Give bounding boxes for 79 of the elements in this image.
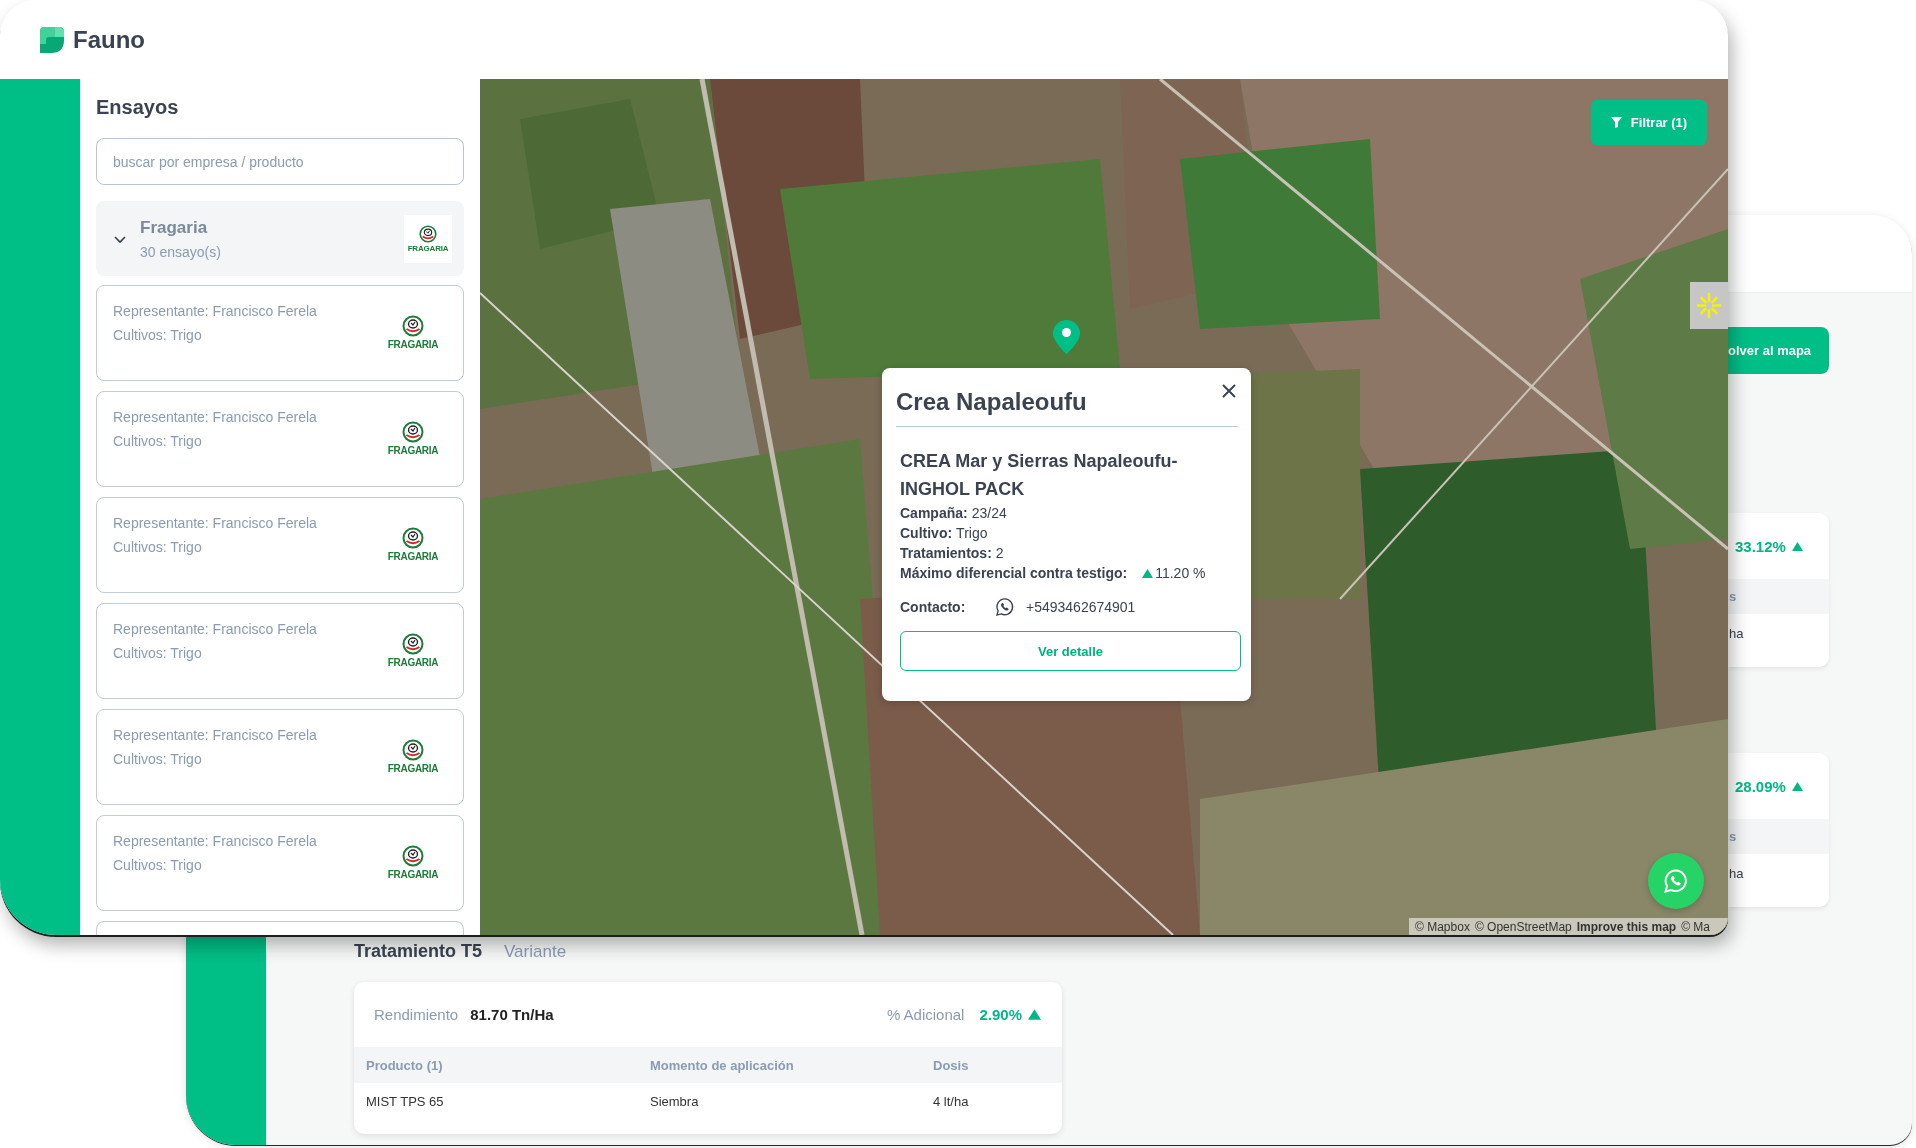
extra-label: % Adicional — [886, 1006, 965, 1023]
column-header: Producto (1) — [366, 1057, 444, 1073]
crops-text: Cultivos: Trigo — [113, 856, 203, 875]
field-label: Campaña: — [900, 504, 968, 523]
trial-card[interactable]: Representante: Francisco Ferela Cultivos: Trigo FRAGARIA — [96, 815, 464, 911]
extra-value: 2.90% — [979, 1006, 1022, 1023]
field-label: Contacto: — [900, 599, 967, 615]
group-count: 30 ensayo(s) — [140, 242, 221, 261]
map-pin-icon[interactable] — [1053, 320, 1080, 354]
trial-card[interactable]: Representante: Francisco Ferela Cultivos: Trigo FRAGARIA — [96, 285, 464, 381]
sidebar-title: Ensayos — [96, 95, 180, 119]
map-credit-link[interactable]: © Mapbox — [1415, 919, 1470, 934]
group-header[interactable]: Fragaria 30 ensayo(s) FRAGARIA — [96, 201, 464, 276]
emblem-icon — [402, 315, 424, 337]
representative-text: Representante: Francisco Ferela — [113, 832, 317, 851]
filter-icon — [1610, 117, 1622, 128]
crops-text: Cultivos: Trigo — [113, 644, 203, 663]
trial-card[interactable]: Representante: Francisco Ferela Cultivos: Trigo FRAGARIA — [96, 603, 464, 699]
yield-label: Rendimiento — [374, 1006, 459, 1023]
phone-number: +5493462674901 — [1026, 599, 1136, 615]
app-name: Fauno — [73, 25, 145, 54]
phone-bubble-icon — [1663, 868, 1689, 894]
emblem-icon — [402, 421, 424, 443]
column-header: s — [1729, 829, 1737, 844]
logo-text: FRAGARIA — [407, 243, 449, 253]
logo-text: FRAGARIA — [387, 763, 439, 774]
improve-map-link[interactable]: Improve this map — [1576, 919, 1677, 934]
map-credit-link[interactable]: © Ma — [1681, 919, 1710, 934]
logo-text: FRAGARIA — [387, 445, 439, 456]
logo-text: FRAGARIA — [387, 551, 439, 562]
trial-card[interactable]: Representante: Francisco Ferela Cultivos: Trigo FRAGARIA — [96, 497, 464, 593]
emblem-icon — [402, 739, 424, 761]
trial-card[interactable]: Representante: Francisco Ferela Cultivos: Trigo FRAGARIA — [96, 391, 464, 487]
emblem-icon — [402, 527, 424, 549]
crops-text: Cultivos: Trigo — [113, 750, 203, 769]
crops-text: Cultivos: Trigo — [113, 326, 203, 345]
field-label: Máximo diferencial contra testigo: — [900, 564, 1128, 583]
group-name: Fragaria — [140, 216, 209, 239]
map-credit-link[interactable]: © OpenStreetMap — [1474, 919, 1572, 934]
representative-text: Representante: Francisco Ferela — [113, 726, 317, 745]
popup-title: Crea Napaleoufu — [896, 388, 1087, 416]
table-cell: ha — [1729, 625, 1744, 641]
treatment-title: Tratamiento T5 — [354, 940, 483, 962]
percent-value: 28.09% — [1735, 777, 1786, 795]
logo-text: FRAGARIA — [387, 339, 439, 350]
field-value: Trigo — [956, 524, 988, 543]
representative-text: Representante: Francisco Ferela — [113, 302, 317, 321]
treatment-tag: Variante — [504, 941, 567, 963]
field-value: 11.20 % — [1155, 564, 1206, 583]
close-icon[interactable] — [1222, 384, 1236, 398]
representative-text: Representante: Francisco Ferela — [113, 620, 317, 639]
table-cell-text: MIST TPS 65 — [366, 1093, 445, 1109]
emblem-icon — [402, 845, 424, 867]
crops-text: Cultivos: Trigo — [113, 538, 203, 557]
phone-bubble-icon — [995, 597, 1015, 617]
logo-text: FRAGARIA — [387, 657, 439, 668]
field-value: 2 — [995, 544, 1004, 563]
table-cell-text: Siembra — [650, 1093, 700, 1109]
column-header: Momento de aplicación — [650, 1057, 795, 1073]
field-value: 23/24 — [971, 504, 1007, 523]
yield-value: 81.70 Tn/Ha — [470, 1006, 554, 1023]
leaf-logo-icon — [40, 26, 64, 53]
popup-subtitle: CREA Mar y Sierras Napaleoufu-INGHOL PACK — [900, 450, 1179, 501]
crops-text: Cultivos: Trigo — [113, 432, 203, 451]
detail-button[interactable]: Ver detalle — [900, 631, 1241, 671]
field-label: Cultivo: — [900, 524, 953, 543]
trial-card[interactable]: Representante: Francisco Ferela Cultivos: Trigo FRAGARIA — [96, 709, 464, 805]
column-header: s — [1729, 589, 1737, 604]
emblem-icon — [402, 633, 424, 655]
table-cell-text: 4 lt/ha — [933, 1093, 970, 1109]
percent-value: 33.12% — [1735, 537, 1786, 555]
logo-text: FRAGARIA — [387, 869, 439, 880]
column-header: Dosis — [933, 1057, 970, 1073]
search-field[interactable]: buscar por empresa / producto — [96, 138, 464, 185]
representative-text: Representante: Francisco Ferela — [113, 514, 317, 533]
table-cell: ha — [1729, 865, 1744, 881]
representative-text: Representante: Francisco Ferela — [113, 408, 317, 427]
emblem-icon — [419, 224, 437, 243]
field-label: Tratamientos: — [900, 544, 992, 563]
